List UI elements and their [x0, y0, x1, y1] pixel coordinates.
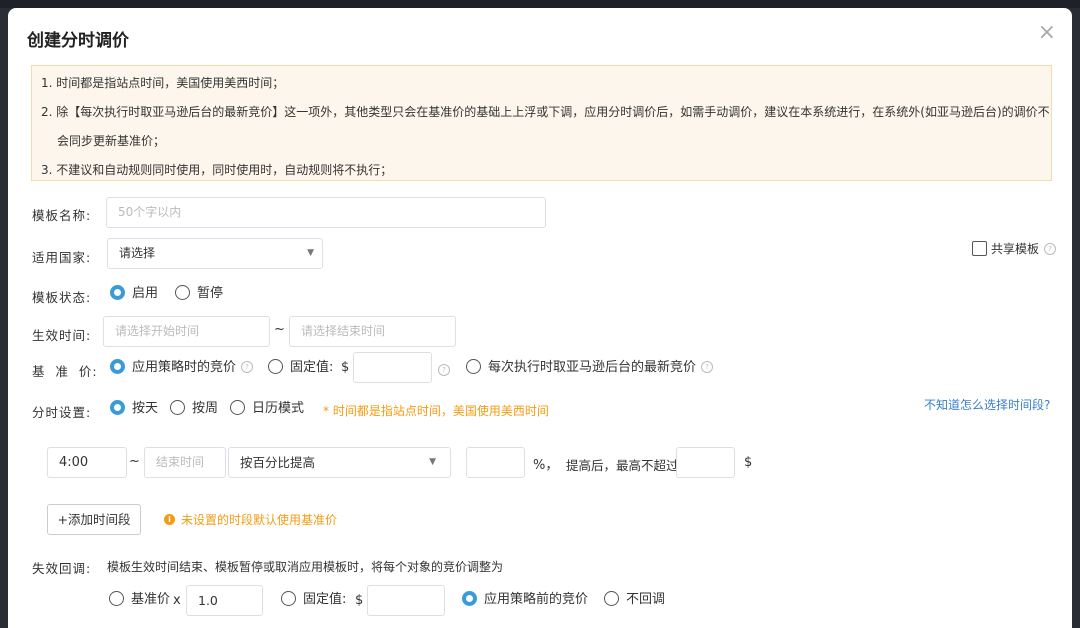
status-enable-label: 启用: [132, 286, 159, 301]
status-radio-enable[interactable]: 启用: [110, 285, 158, 303]
radio-icon: [170, 400, 185, 415]
schedule-calendar-label: 日历模式: [252, 401, 305, 416]
help-icon: ?: [1044, 242, 1057, 255]
effective-time-label: 生效时间:: [32, 328, 92, 343]
percent-input[interactable]: [466, 447, 525, 478]
schedule-radio-day[interactable]: 按天: [110, 400, 158, 418]
fallback-radio-before[interactable]: 应用策略前的竞价: [462, 591, 588, 609]
fallback-base-label: 基准价: [131, 592, 171, 607]
radio-icon: [268, 359, 283, 374]
fallback-currency: $: [355, 593, 364, 608]
create-dayparting-dialog: 创建分时调价 × 1. 时间都是指站点时间，美国使用美西时间； 2. 除【每次执…: [8, 8, 1072, 628]
fallback-radio-base[interactable]: 基准价: [109, 591, 170, 609]
schedule-week-label: 按周: [192, 401, 219, 416]
status-pause-label: 暂停: [197, 286, 224, 301]
schedule-radio-calendar[interactable]: 日历模式: [230, 400, 304, 418]
base-price-strategy-label: 应用策略时的竞价: [132, 360, 237, 375]
percent-unit: %，: [533, 458, 559, 473]
base-price-radio-fixed[interactable]: 固定值:: [268, 359, 333, 377]
template-name-label: 模板名称:: [32, 208, 92, 223]
add-time-segment-button[interactable]: +添加时间段: [47, 504, 141, 535]
info-icon: i: [164, 514, 175, 525]
help-icon: ?: [701, 360, 714, 373]
schedule-day-label: 按天: [132, 401, 159, 416]
base-price-radio-latest[interactable]: 每次执行时取亚马逊后台的最新竞价?: [466, 359, 714, 377]
start-time-input[interactable]: 请选择开始时间: [103, 316, 270, 347]
share-template-label: 共享模板: [991, 242, 1040, 256]
fallback-radio-none[interactable]: 不回调: [604, 591, 665, 609]
radio-icon: [175, 285, 190, 300]
close-icon[interactable]: ×: [1038, 22, 1056, 44]
radio-icon: [230, 400, 245, 415]
time-range-separator: ~: [274, 322, 285, 337]
adjust-mode-value: 按百分比提高: [240, 455, 316, 470]
adjust-mode-select[interactable]: 按百分比提高 ▼: [228, 447, 451, 478]
add-segment-hint-text: 未设置的时段默认使用基准价: [181, 513, 338, 527]
radio-icon: [109, 591, 124, 606]
base-price-radio-strategy[interactable]: 应用策略时的竞价?: [110, 359, 254, 377]
multiplier-input[interactable]: 1.0: [186, 585, 263, 616]
radio-selected-icon: [462, 591, 477, 606]
add-segment-hint: i 未设置的时段默认使用基准价: [164, 511, 337, 528]
radio-icon: [281, 591, 296, 606]
chevron-down-icon: ▼: [429, 457, 436, 467]
radio-icon: [466, 359, 481, 374]
currency-symbol: $: [341, 360, 350, 375]
base-price-fixed-label: 固定值:: [290, 360, 334, 375]
fallback-fixed-input[interactable]: [367, 585, 445, 616]
schedule-label: 分时设置:: [32, 405, 92, 420]
status-label: 模板状态:: [32, 290, 92, 305]
multiplier-sign: x: [173, 593, 181, 608]
radio-selected-icon: [110, 285, 125, 300]
fallback-fixed-label: 固定值:: [303, 592, 347, 607]
base-price-latest-label: 每次执行时取亚马逊后台的最新竞价: [488, 360, 697, 375]
template-name-input[interactable]: 50个字以内: [106, 197, 546, 228]
cap-input[interactable]: [676, 447, 735, 478]
notice-line-2: 2. 除【每次执行时取亚马逊后台的最新竞价】这一项外，其他类型只会在基准价的基础…: [41, 105, 1050, 119]
radio-selected-icon: [110, 359, 125, 374]
dialog-title: 创建分时调价: [27, 31, 129, 51]
segment-start-time[interactable]: 4:00: [47, 447, 127, 478]
fallback-label: 失效回调:: [32, 561, 92, 576]
share-template-toggle[interactable]: 共享模板?: [972, 240, 1057, 257]
base-price-fixed-input[interactable]: [353, 352, 432, 383]
help-icon: ?: [241, 360, 254, 373]
fallback-before-label: 应用策略前的竞价: [484, 592, 589, 607]
chevron-down-icon: ▼: [307, 248, 314, 258]
base-price-label: 基 准 价:: [32, 364, 98, 379]
cap-label: 提高后，最高不超过: [566, 458, 679, 473]
radio-icon: [604, 591, 619, 606]
country-select[interactable]: 请选择 ▼: [107, 238, 323, 269]
segment-separator: ~: [129, 454, 140, 469]
country-label: 适用国家:: [32, 250, 92, 265]
time-selection-help-link[interactable]: 不知道怎么选择时间段?: [924, 396, 1050, 413]
country-select-value: 请选择: [119, 246, 156, 260]
help-icon: ?: [438, 364, 450, 376]
notice-box: 1. 时间都是指站点时间，美国使用美西时间； 2. 除【每次执行时取亚马逊后台的…: [31, 65, 1052, 181]
notice-line-1: 1. 时间都是指站点时间，美国使用美西时间；: [41, 76, 285, 90]
fallback-none-label: 不回调: [626, 592, 666, 607]
radio-selected-icon: [110, 400, 125, 415]
schedule-radio-week[interactable]: 按周: [170, 400, 218, 418]
segment-end-time[interactable]: 结束时间: [144, 447, 226, 478]
window-top-bar: [0, 0, 1080, 8]
end-time-input[interactable]: 请选择结束时间: [289, 316, 456, 347]
schedule-note: * 时间都是指站点时间，美国使用美西时间: [323, 404, 549, 418]
cap-currency: $: [744, 455, 753, 470]
share-checkbox[interactable]: [972, 241, 987, 256]
notice-line-2-cont: 会同步更新基准价；: [57, 134, 166, 148]
fallback-radio-fixed[interactable]: 固定值:: [281, 591, 346, 609]
notice-line-3: 3. 不建议和自动规则同时使用，同时使用时，自动规则将不执行；: [41, 163, 393, 177]
status-radio-pause[interactable]: 暂停: [175, 285, 223, 303]
fallback-description: 模板生效时间结束、模板暂停或取消应用模板时，将每个对象的竞价调整为: [107, 560, 504, 574]
